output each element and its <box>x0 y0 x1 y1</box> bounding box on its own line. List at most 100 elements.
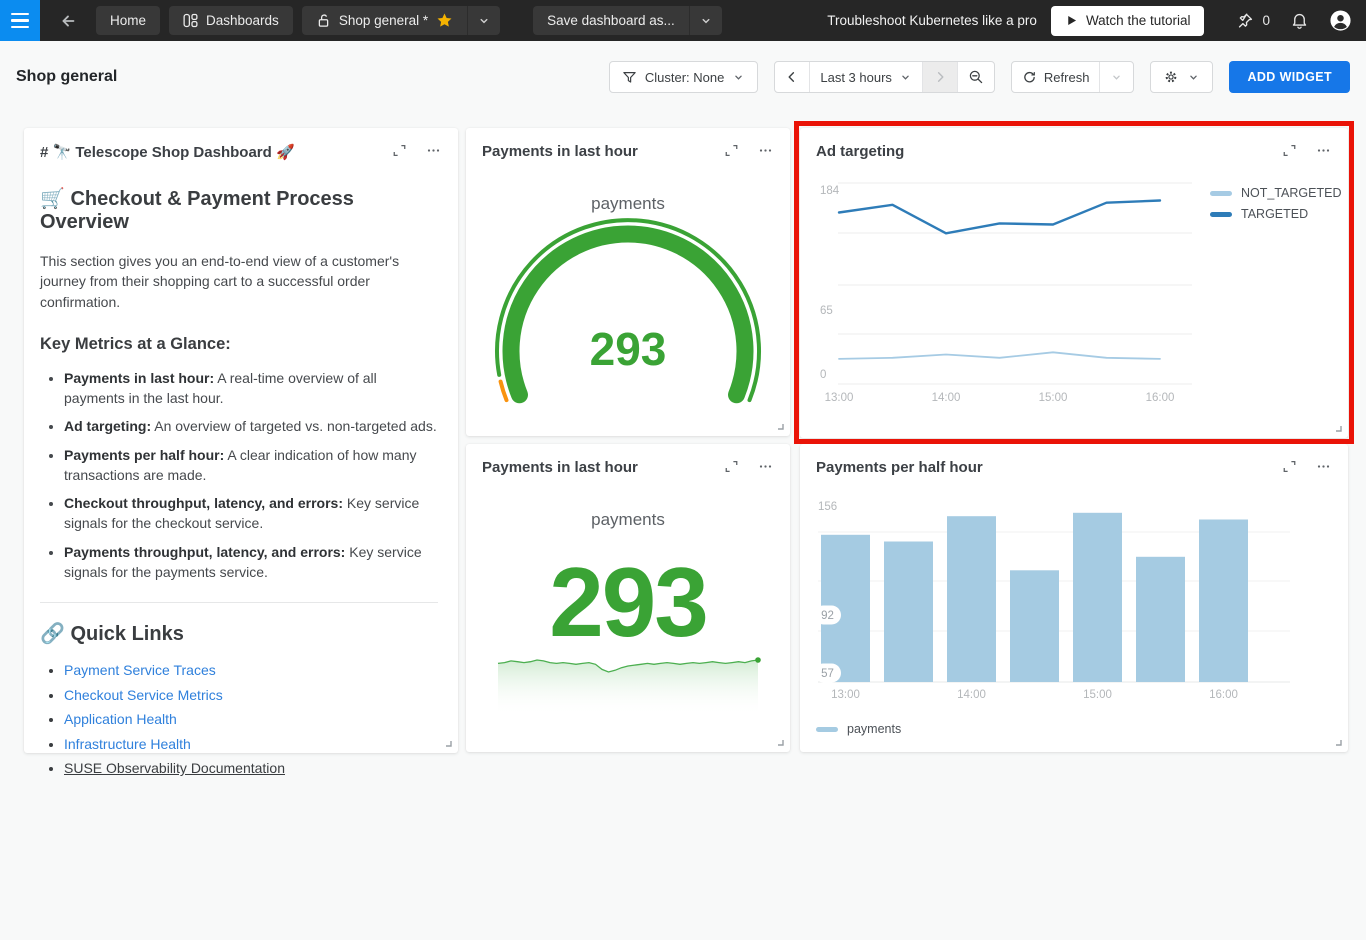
dashboard-switcher-chevron[interactable] <box>467 6 500 35</box>
bar-chart-legend: payments <box>816 722 901 736</box>
list-item: SUSE Observability Documentation <box>64 760 438 776</box>
nav-dashboards-button[interactable]: Dashboards <box>169 6 293 35</box>
widget-title: # 🔭 Telescope Shop Dashboard 🚀 <box>40 143 295 161</box>
bullet-term: Checkout throughput, latency, and errors… <box>64 495 343 511</box>
user-avatar[interactable] <box>1329 9 1352 32</box>
payments-bar-chart[interactable]: 156925713:0014:0015:0016:00 <box>800 444 1348 714</box>
current-dashboard-label: Shop general * <box>339 13 428 28</box>
expand-widget-icon[interactable] <box>1282 143 1297 158</box>
bullet-term: Ad targeting: <box>64 418 151 434</box>
refresh-options-chevron[interactable] <box>1100 62 1133 92</box>
bullet-text: An overview of targeted vs. non-targeted… <box>151 418 437 434</box>
markdown-content: 🛒 Checkout & Payment Process Overview Th… <box>24 172 458 785</box>
legend-item-targeted[interactable]: TARGETED <box>1210 207 1341 221</box>
bullet-term: Payments in last hour: <box>64 370 214 386</box>
gauge-chart <box>466 128 790 436</box>
intro-paragraph: This section gives you an end-to-end vie… <box>40 251 438 312</box>
link-payment-service-traces[interactable]: Payment Service Traces <box>64 662 216 678</box>
chevron-right-icon <box>933 70 947 84</box>
legend-item-not-targeted[interactable]: NOT_TARGETED <box>1210 186 1341 200</box>
resize-handle[interactable] <box>775 421 785 431</box>
main-menu-button[interactable] <box>0 0 40 41</box>
pin-count-badge: 0 <box>1262 13 1270 28</box>
back-arrow-icon <box>58 11 78 31</box>
checkout-overview-heading: 🛒 Checkout & Payment Process Overview <box>40 186 438 234</box>
svg-text:92: 92 <box>821 610 834 622</box>
link-checkout-service-metrics[interactable]: Checkout Service Metrics <box>64 687 223 703</box>
legend-swatch <box>1210 212 1232 217</box>
refresh-button[interactable]: Refresh <box>1012 62 1101 92</box>
cluster-filter-label: Cluster: None <box>645 70 724 85</box>
gauge-value: 293 <box>466 322 790 376</box>
resize-handle[interactable] <box>1333 423 1343 433</box>
expand-widget-icon[interactable] <box>392 143 407 158</box>
back-button[interactable] <box>48 0 88 41</box>
bullet-term: Payments per half hour: <box>64 447 224 463</box>
chevron-down-icon <box>477 14 491 28</box>
legend-swatch <box>1210 191 1232 196</box>
ad-targeting-line-chart[interactable]: 18465013:0014:0015:0016:00 <box>800 128 1200 418</box>
svg-text:14:00: 14:00 <box>932 392 961 404</box>
payments-per-half-hour-widget: Payments per half hour 156925713:0014:00… <box>800 444 1348 752</box>
save-options-chevron[interactable] <box>689 6 722 35</box>
resize-handle[interactable] <box>1333 737 1343 747</box>
notifications-button[interactable] <box>1290 11 1309 30</box>
legend-item-payments[interactable]: payments <box>816 722 901 736</box>
promo-text: Troubleshoot Kubernetes like a pro <box>827 13 1037 28</box>
resize-handle[interactable] <box>775 737 785 747</box>
pinned-items-button[interactable]: 0 <box>1236 11 1270 30</box>
payments-gauge-widget: Payments in last hour payments 293 <box>466 128 790 436</box>
svg-text:15:00: 15:00 <box>1039 392 1068 404</box>
link-suse-observability-docs[interactable]: SUSE Observability Documentation <box>64 760 285 776</box>
time-range-dropdown[interactable]: Last 3 hours <box>810 62 923 92</box>
current-dashboard-button[interactable]: Shop general * <box>302 6 467 35</box>
list-item: Payments in last hour: A real-time overv… <box>64 368 438 408</box>
dashboard-page: Home Dashboards Shop general * Save dash… <box>0 0 1366 940</box>
svg-text:13:00: 13:00 <box>825 392 854 404</box>
chevron-left-icon <box>785 70 799 84</box>
chevron-down-icon <box>1110 71 1123 84</box>
svg-text:13:00: 13:00 <box>831 689 860 701</box>
list-item: Ad targeting: An overview of targeted vs… <box>64 416 438 436</box>
widget-menu-icon[interactable] <box>425 143 442 158</box>
avatar-icon <box>1329 9 1352 32</box>
markdown-widget-header: # 🔭 Telescope Shop Dashboard 🚀 <box>24 128 458 172</box>
time-back-button[interactable] <box>775 62 810 92</box>
legend-label: TARGETED <box>1241 207 1308 221</box>
resize-handle[interactable] <box>443 738 453 748</box>
cluster-filter-button[interactable]: Cluster: None <box>609 61 758 93</box>
line-chart-legend: NOT_TARGETED TARGETED <box>1210 186 1341 221</box>
time-forward-button[interactable] <box>923 62 958 92</box>
svg-text:184: 184 <box>820 185 840 197</box>
nav-home-label: Home <box>110 13 146 28</box>
markdown-widget: # 🔭 Telescope Shop Dashboard 🚀 🛒 Checkou… <box>24 128 458 753</box>
watch-tutorial-button[interactable]: Watch the tutorial <box>1051 6 1205 36</box>
zoom-out-time-button[interactable] <box>958 62 994 92</box>
link-infrastructure-health[interactable]: Infrastructure Health <box>64 736 191 752</box>
zoom-out-icon <box>968 69 984 85</box>
time-range-control: Last 3 hours <box>774 61 995 93</box>
favorite-star-icon[interactable] <box>436 12 453 29</box>
list-item: Payments per half hour: A clear indicati… <box>64 445 438 485</box>
list-item: Checkout throughput, latency, and errors… <box>64 493 438 533</box>
payments-number-widget: Payments in last hour payments 293 <box>466 444 790 752</box>
key-metrics-list: Payments in last hour: A real-time overv… <box>64 368 438 582</box>
refresh-icon <box>1022 70 1037 85</box>
list-item: Payments throughput, latency, and errors… <box>64 542 438 582</box>
play-icon <box>1065 14 1078 27</box>
widget-menu-icon[interactable] <box>1315 143 1332 158</box>
unlock-icon <box>316 13 331 28</box>
nav-home-button[interactable]: Home <box>96 6 160 35</box>
svg-text:65: 65 <box>820 305 833 317</box>
svg-text:15:00: 15:00 <box>1083 689 1112 701</box>
watch-tutorial-label: Watch the tutorial <box>1086 13 1191 28</box>
legend-label: payments <box>847 722 901 736</box>
legend-swatch <box>816 727 838 732</box>
dashboard-settings-button[interactable] <box>1150 61 1213 93</box>
divider <box>40 602 438 603</box>
add-widget-button[interactable]: ADD WIDGET <box>1229 61 1350 93</box>
link-application-health[interactable]: Application Health <box>64 711 177 727</box>
current-dashboard-group: Shop general * <box>302 6 500 35</box>
svg-text:16:00: 16:00 <box>1146 392 1175 404</box>
save-dashboard-as-button[interactable]: Save dashboard as... <box>533 6 689 35</box>
